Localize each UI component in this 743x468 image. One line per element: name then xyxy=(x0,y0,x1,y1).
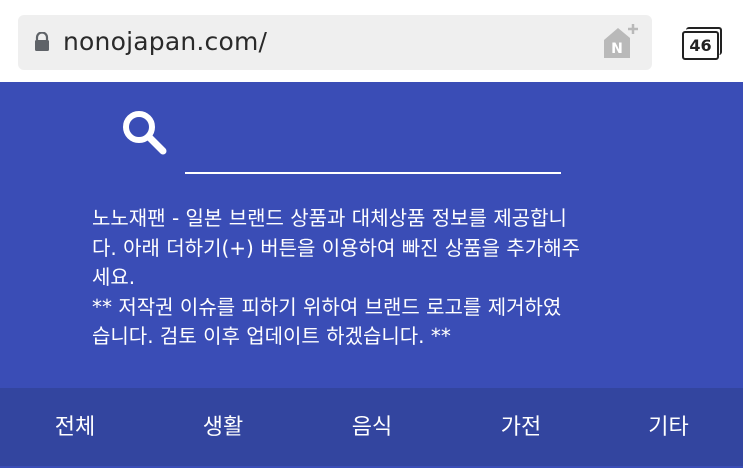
description-line: 노노재팬 - 일본 브랜드 상품과 대체상품 정보를 제공합니 xyxy=(92,206,567,230)
nav-item-food[interactable]: 음식 xyxy=(297,388,447,466)
tab-count: 46 xyxy=(682,31,719,60)
nav-item-appliance[interactable]: 가전 xyxy=(446,388,596,466)
search-icon[interactable] xyxy=(120,108,168,156)
category-nav: 전체 생활 음식 가전 기타 xyxy=(0,388,743,466)
site-description: 노노재팬 - 일본 브랜드 상품과 대체상품 정보를 제공합니 다. 아래 더하… xyxy=(92,204,682,352)
description-line: 습니다. 검토 이후 업데이트 하겠습니다. ** xyxy=(92,324,451,348)
nav-item-living[interactable]: 생활 xyxy=(148,388,298,466)
browser-toolbar: nonojapan.com/ N 46 xyxy=(0,0,743,82)
address-bar[interactable]: nonojapan.com/ xyxy=(18,15,652,70)
naver-badge-letter: N xyxy=(611,41,623,57)
naver-add-button[interactable]: N xyxy=(600,22,640,62)
nav-item-etc[interactable]: 기타 xyxy=(594,388,743,466)
url-text[interactable]: nonojapan.com/ xyxy=(63,27,267,56)
description-line: ** 저작권 이슈를 피하기 위하여 브랜드 로고를 제거하였 xyxy=(92,294,562,319)
description-line: 세요. xyxy=(92,265,136,289)
naver-home-icon: N xyxy=(604,24,638,58)
nav-item-all[interactable]: 전체 xyxy=(0,388,150,466)
tab-switcher-button[interactable]: 46 xyxy=(680,27,722,60)
lock-icon xyxy=(35,32,49,51)
search-input[interactable] xyxy=(185,172,561,174)
description-line: 다. 아래 더하기(+) 버튼을 이용하여 빠진 상품을 추가해주 xyxy=(92,235,581,260)
